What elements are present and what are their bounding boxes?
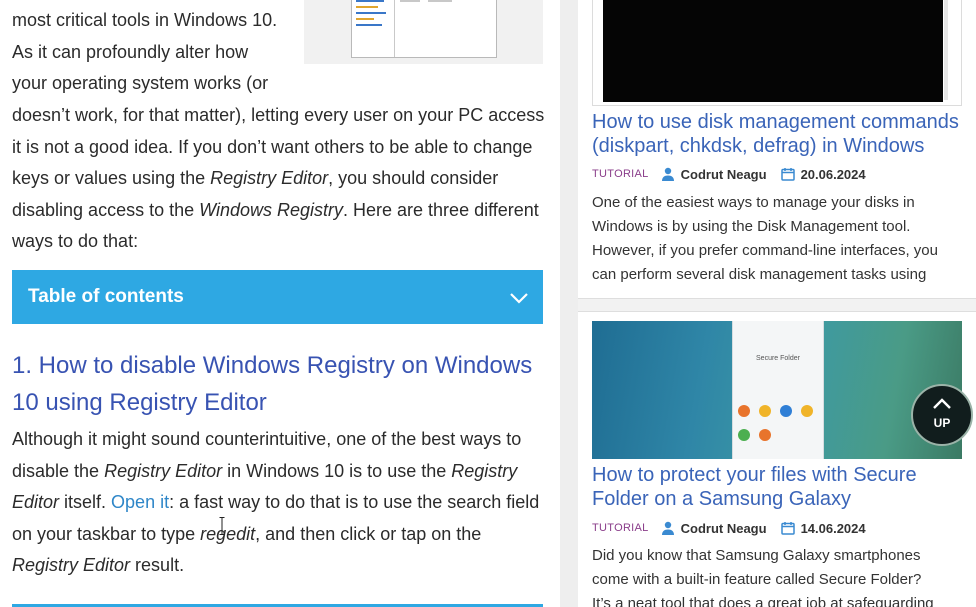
- intro-line: your operating system works (or: [12, 73, 269, 93]
- intro-line: most critical tools in Windows 10.: [12, 10, 278, 30]
- intro-text: ways to do that:: [12, 231, 139, 251]
- publish-date: 20.06.2024: [800, 166, 866, 182]
- emphasis-text: Registry Editor: [12, 555, 131, 575]
- section-paragraph: Although it might sound counterintuitive…: [12, 424, 547, 582]
- excerpt-line: Windows is by using the Disk Management …: [592, 218, 911, 235]
- emphasis-text: regedit: [200, 523, 256, 544]
- emphasis-text: Registry: [451, 460, 518, 481]
- intro-text: keys or values using the: [12, 168, 211, 188]
- body-text: Although it might sound counterintuitive…: [12, 429, 522, 449]
- article-excerpt: Did you know that Samsung Galaxy smartph…: [592, 544, 972, 607]
- article-title-link[interactable]: How to use disk management commands (dis…: [592, 110, 972, 158]
- excerpt-line: It’s a neat tool that does a great job a…: [592, 595, 934, 607]
- body-text: on your taskbar to type: [12, 523, 201, 544]
- excerpt-line: However, if you prefer command-line inte…: [592, 242, 938, 259]
- article-meta: TUTORIAL Codrut Neagu 14.06.2024: [592, 519, 866, 537]
- registry-window-image: [351, 0, 497, 58]
- section-heading: 1. How to disable Windows Registry on Wi…: [12, 352, 533, 416]
- card-separator: [578, 298, 976, 312]
- excerpt-line: One of the easiest ways to manage your d…: [592, 194, 915, 211]
- category-tag[interactable]: TUTORIAL: [592, 168, 649, 180]
- chevron-down-icon: [510, 293, 528, 304]
- intro-text: it is not a good idea. If you don’t want…: [12, 136, 533, 157]
- intro-paragraph-continued: doesn’t work, for that matter), letting …: [12, 100, 547, 258]
- intro-text: disabling access to the: [12, 199, 200, 220]
- body-text: disable the: [12, 460, 105, 481]
- phone-screen-title: Secure Folder: [756, 355, 800, 362]
- article-title-link[interactable]: How to protect your files with Secure Fo…: [592, 463, 972, 511]
- excerpt-line: Did you know that Samsung Galaxy smartph…: [592, 547, 921, 564]
- body-text: : a fast way to do that is to use the se…: [169, 492, 540, 512]
- article-column: most critical tools in Windows 10. As it…: [0, 0, 560, 607]
- text-cursor-icon: [219, 517, 225, 535]
- scroll-to-top-button[interactable]: UP: [911, 384, 973, 446]
- article-thumbnail-disk-management[interactable]: [592, 0, 962, 106]
- body-text: , and then click or tap on the: [255, 523, 482, 544]
- body-text: itself.: [59, 492, 112, 512]
- excerpt-line: can perform several disk management task…: [592, 266, 927, 283]
- scroll-to-top-label: UP: [933, 416, 951, 430]
- article-thumbnail-secure-folder[interactable]: Secure Folder: [592, 321, 962, 459]
- author-link[interactable]: Codrut Neagu: [681, 167, 767, 182]
- intro-line: As it can profoundly alter how: [12, 41, 249, 62]
- calendar-icon: [780, 168, 795, 181]
- article-excerpt: One of the easiest ways to manage your d…: [592, 191, 972, 287]
- body-text: in Windows 10 is to use the: [222, 460, 452, 481]
- column-divider: [560, 0, 578, 607]
- open-it-link[interactable]: Open it: [111, 492, 169, 512]
- user-icon: [661, 521, 674, 535]
- toc-title: Table of contents: [28, 286, 184, 307]
- calendar-icon: [780, 522, 795, 535]
- publish-date: 14.06.2024: [800, 520, 866, 536]
- intro-text: . Here are three different: [343, 199, 539, 220]
- phone-screen-image: Secure Folder: [732, 321, 824, 459]
- registry-editor-thumbnail: [304, 0, 543, 64]
- intro-text: doesn’t work, for that matter), letting …: [12, 105, 545, 125]
- body-text: result.: [130, 555, 185, 575]
- emphasis-windows-registry: Windows Registry: [199, 199, 344, 220]
- chevron-up-icon: [933, 398, 951, 409]
- table-of-contents-toggle[interactable]: Table of contents: [12, 270, 543, 324]
- category-tag[interactable]: TUTORIAL: [592, 522, 649, 534]
- emphasis-text: Registry Editor: [104, 460, 223, 481]
- article-meta: TUTORIAL Codrut Neagu 20.06.2024: [592, 165, 866, 183]
- user-icon: [661, 167, 674, 181]
- emphasis-registry-editor: Registry Editor: [210, 168, 329, 188]
- intro-paragraph: most critical tools in Windows 10. As it…: [12, 5, 297, 100]
- author-link[interactable]: Codrut Neagu: [681, 521, 767, 536]
- emphasis-text: Editor: [12, 492, 60, 512]
- excerpt-line: come with a built-in feature called Secu…: [592, 571, 922, 588]
- related-articles-sidebar: How to use disk management commands (dis…: [578, 0, 976, 607]
- intro-text: , you should consider: [328, 168, 499, 188]
